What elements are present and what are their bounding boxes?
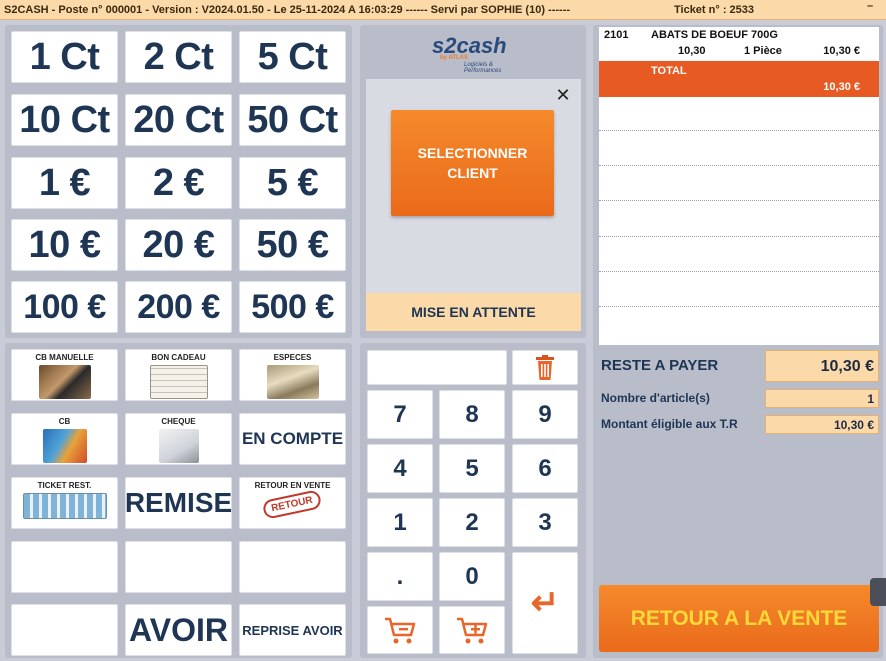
money-button[interactable]: 2 € bbox=[125, 157, 232, 209]
money-button[interactable]: 100 € bbox=[11, 281, 118, 333]
cheque-button[interactable]: CHEQUE bbox=[125, 413, 232, 465]
especes-button[interactable]: ESPECES bbox=[239, 349, 346, 401]
key-4[interactable]: 4 bbox=[367, 444, 433, 493]
money-button[interactable]: 5 € bbox=[239, 157, 346, 209]
money-button[interactable]: 2 Ct bbox=[125, 31, 232, 83]
list-divider bbox=[599, 130, 879, 131]
credit-cards-icon bbox=[42, 429, 87, 463]
key-1[interactable]: 1 bbox=[367, 498, 433, 547]
cart-remove-button[interactable] bbox=[367, 606, 433, 654]
key-5[interactable]: 5 bbox=[439, 444, 505, 493]
empty-payment-slot[interactable] bbox=[239, 541, 346, 593]
hold-button[interactable]: MISE EN ATTENTE bbox=[366, 293, 581, 331]
delete-button[interactable] bbox=[512, 350, 578, 385]
bon-cadeau-button[interactable]: BON CADEAU bbox=[125, 349, 232, 401]
money-button[interactable]: 10 € bbox=[11, 219, 118, 271]
key-8[interactable]: 8 bbox=[439, 390, 505, 439]
list-divider bbox=[599, 236, 879, 237]
cb-manuelle-button[interactable]: CB MANUELLE bbox=[11, 349, 118, 401]
money-button[interactable]: 5 Ct bbox=[239, 31, 346, 83]
select-client-button[interactable]: SELECTIONNER CLIENT bbox=[391, 110, 554, 216]
cheque-icon bbox=[158, 429, 199, 463]
montant-tr-label: Montant éligible aux T.R bbox=[601, 417, 738, 431]
key-3[interactable]: 3 bbox=[512, 498, 578, 547]
trash-icon bbox=[536, 354, 554, 380]
enter-button[interactable]: ↵ bbox=[512, 552, 578, 654]
remise-button[interactable]: REMISE bbox=[125, 477, 232, 529]
money-button[interactable]: 10 Ct bbox=[11, 94, 118, 146]
title-bar: S2CASH - Poste n° 000001 - Version : V20… bbox=[0, 0, 886, 20]
session-info: S2CASH - Poste n° 000001 - Version : V20… bbox=[4, 4, 571, 16]
meal-voucher-icon bbox=[22, 493, 107, 519]
en-compte-button[interactable]: EN COMPTE bbox=[239, 413, 346, 465]
minimize-button[interactable]: – bbox=[858, 0, 882, 20]
ticket-rest-button[interactable]: TICKET REST. bbox=[11, 477, 118, 529]
reste-a-payer-value: 10,30 € bbox=[765, 350, 879, 382]
montant-tr-value: 10,30 € bbox=[765, 415, 879, 434]
money-button[interactable]: 200 € bbox=[125, 281, 232, 333]
list-divider bbox=[599, 200, 879, 201]
avoir-button[interactable]: AVOIR bbox=[125, 604, 232, 656]
nb-articles-value: 1 bbox=[765, 389, 879, 408]
key-0[interactable]: 0 bbox=[439, 552, 505, 601]
key-7[interactable]: 7 bbox=[367, 390, 433, 439]
s2cash-logo: s2cash by ATLAS Logiciels & Performances bbox=[432, 33, 507, 74]
retour-stamp-icon: RETOUR bbox=[262, 489, 323, 520]
cart-minus-icon bbox=[385, 617, 416, 644]
list-divider bbox=[599, 165, 879, 166]
cart-plus-icon bbox=[457, 617, 488, 644]
cart-add-button[interactable] bbox=[439, 606, 505, 654]
money-button[interactable]: 50 Ct bbox=[239, 94, 346, 146]
money-button[interactable]: 50 € bbox=[239, 219, 346, 271]
money-button[interactable]: 1 Ct bbox=[11, 31, 118, 83]
reste-a-payer-label: RESTE A PAYER bbox=[601, 357, 719, 374]
money-button[interactable]: 1 € bbox=[11, 157, 118, 209]
retour-a-la-vente-button[interactable]: RETOUR A LA VENTE bbox=[599, 585, 879, 652]
cash-icon bbox=[266, 365, 319, 399]
ticket-total-row: TOTAL 10,30 € bbox=[599, 61, 879, 97]
empty-payment-slot[interactable] bbox=[11, 604, 118, 656]
close-client-button[interactable]: ✕ bbox=[552, 84, 574, 106]
money-button[interactable]: 20 € bbox=[125, 219, 232, 271]
list-divider bbox=[599, 306, 879, 307]
money-button[interactable]: 20 Ct bbox=[125, 94, 232, 146]
keypad-display[interactable] bbox=[367, 350, 507, 385]
empty-payment-slot[interactable] bbox=[125, 541, 232, 593]
side-handle-icon[interactable] bbox=[870, 578, 886, 606]
key-9[interactable]: 9 bbox=[512, 390, 578, 439]
key-6[interactable]: 6 bbox=[512, 444, 578, 493]
cb-button[interactable]: CB bbox=[11, 413, 118, 465]
ticket-number: Ticket n° : 2533 bbox=[674, 4, 755, 16]
ticket-list: 2101 ABATS DE BOEUF 700G 10,30 1 Pièce 1… bbox=[599, 27, 879, 345]
money-button[interactable]: 500 € bbox=[239, 281, 346, 333]
card-terminal-icon bbox=[38, 365, 91, 399]
gift-voucher-icon bbox=[149, 365, 208, 399]
empty-payment-slot[interactable] bbox=[11, 541, 118, 593]
retour-en-vente-button[interactable]: RETOUR EN VENTE RETOUR bbox=[239, 477, 346, 529]
reprise-avoir-button[interactable]: REPRISE AVOIR bbox=[239, 604, 346, 656]
key-2[interactable]: 2 bbox=[439, 498, 505, 547]
nb-articles-label: Nombre d'article(s) bbox=[601, 391, 710, 405]
key-dot[interactable]: . bbox=[367, 552, 433, 601]
list-divider bbox=[599, 271, 879, 272]
ticket-line-item[interactable]: 2101 ABATS DE BOEUF 700G 10,30 1 Pièce 1… bbox=[599, 27, 879, 61]
